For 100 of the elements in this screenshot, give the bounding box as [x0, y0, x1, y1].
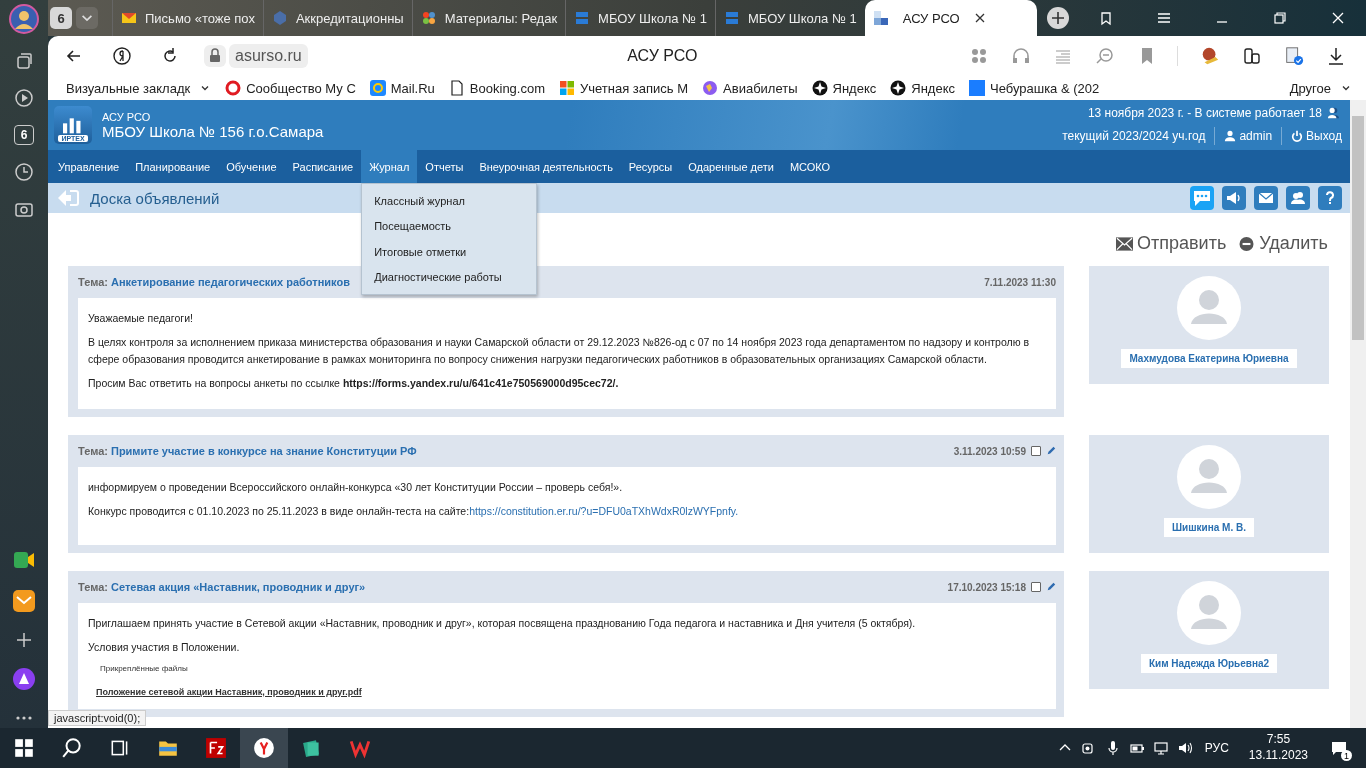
collections-icon[interactable]: [14, 51, 34, 71]
new-tab-icon[interactable]: [1046, 7, 1069, 29]
school-icon: [723, 10, 740, 26]
document-check-icon[interactable]: [1284, 46, 1304, 66]
bookmark-item[interactable]: Booking.com: [448, 80, 545, 96]
attachments-label: Прикреплённые файлы: [100, 663, 189, 673]
flower-icon: [420, 10, 437, 26]
bookmark-item[interactable]: Яндекс: [811, 80, 877, 96]
emblem-icon: [271, 10, 288, 26]
menu-item[interactable]: Планирование: [127, 150, 219, 183]
users-icon[interactable]: [1286, 186, 1310, 210]
bookmark-item[interactable]: Учетная запись М: [559, 80, 689, 96]
clock-date[interactable]: 13.11.2023: [1248, 748, 1308, 764]
dropdown-item[interactable]: Итоговые отметки: [362, 239, 537, 265]
yandex-icon[interactable]: [112, 46, 132, 66]
message-text: Конкурс проводится с 01.10.2023 по 25.11.2023 в виде онлайн-теста на сайте:https://constitution.er.ru/?u=DFU0aTXhWdxR0lzWYFpnfy.: [88, 505, 739, 518]
square-icon: [969, 80, 985, 96]
checkbox[interactable]: [1031, 582, 1041, 593]
zoom-out-icon[interactable]: [1095, 46, 1115, 66]
attachment-link[interactable]: Положение сетевой акции Наставник, проводник и друг.pdf: [96, 686, 362, 697]
user-link[interactable]: admin: [1224, 128, 1273, 143]
date-online-text: 13 ноября 2023 г. - В системе работает 18: [1087, 105, 1322, 120]
topic-title: Тема: Анкетирование педагогических работников: [78, 276, 350, 288]
extensions-icon[interactable]: [1242, 46, 1262, 66]
close-icon[interactable]: [973, 12, 986, 24]
school-year-text: текущий 2023/2024 уч.год: [1062, 128, 1206, 143]
bookmark-item[interactable]: Mail.Ru: [369, 80, 435, 96]
message-text: В целях контроля за исполнением приказа министерства образования и науки Самарской области от 29.12.2023 №826-од с 07 по 14 ноября 2023 года департаментом по надзору и контролю в сфере образования проводится анкетирование в рамках мониторинга по вопросу снижения нагрузки педагогических работников в образовательных организациях Самарской области.: [88, 336, 1030, 365]
author-name[interactable]: Махмудова Екатерина Юриевна: [1121, 349, 1297, 368]
page-icon: [448, 80, 465, 96]
checkbox[interactable]: [1031, 446, 1041, 457]
message-text: Приглашаем принять участие в Сетевой акции «Наставник, проводник и друг», которая посвящена празднованию Года педагога и наставника и Дня учителя (5 октября).: [88, 617, 916, 630]
message-text: информируем о проведении Всероссийского онлайн-конкурса «30 лет Конституции России – проверь себя!».: [88, 481, 623, 494]
close-icon[interactable]: [1330, 10, 1346, 26]
menu-item[interactable]: Обучение: [218, 150, 285, 183]
notifications-button[interactable]: 1: [1326, 735, 1352, 761]
restore-icon[interactable]: [1272, 10, 1288, 26]
search-icon[interactable]: [61, 737, 83, 759]
menu-item[interactable]: Журнал: [361, 150, 418, 183]
bookmark-item[interactable]: Визуальные закладк: [66, 80, 212, 96]
address-field[interactable]: asurso.ru: [229, 44, 308, 68]
headphones-icon[interactable]: [1011, 46, 1031, 66]
topic-title: Тема: Сетевая акция «Наставник, проводник и друг»: [78, 581, 366, 594]
send-link[interactable]: Отправить: [1116, 233, 1227, 254]
bookmark-item[interactable]: Чебурашка & (202: [969, 80, 1100, 96]
menu-item[interactable]: Внеурочная деятельность: [471, 150, 621, 183]
tab-count-button[interactable]: 6: [50, 7, 72, 29]
help-button[interactable]: [1318, 186, 1342, 210]
clock-time[interactable]: 7:55: [1266, 732, 1291, 748]
history-icon[interactable]: [14, 162, 34, 182]
start-icon[interactable]: [13, 737, 35, 759]
chevron-down-icon[interactable]: [76, 7, 98, 29]
menu-item[interactable]: Ресурсы: [620, 150, 681, 183]
add-icon[interactable]: [14, 630, 34, 650]
extension-icon[interactable]: [1200, 46, 1220, 66]
language-indicator[interactable]: РУС: [1204, 741, 1229, 755]
bookmark-item[interactable]: Яндекс: [890, 80, 955, 96]
menu-item[interactable]: Одаренные дети: [680, 150, 782, 183]
download-icon[interactable]: [1326, 46, 1346, 66]
browser-tab[interactable]: АСУ РСО: [864, 0, 1037, 36]
mail-app-icon[interactable]: [12, 589, 36, 613]
network-icon[interactable]: [1152, 740, 1169, 756]
tab-count-badge[interactable]: 6: [14, 125, 34, 145]
web-link[interactable]: https://constitution.er.ru/?u=DFU0aTXhWdxR0lzWYFpnfy.: [469, 505, 739, 518]
avatar-icon[interactable]: [9, 4, 39, 34]
power-icon: [1291, 129, 1304, 142]
tabs-icon[interactable]: [1098, 10, 1114, 26]
school-icon: [574, 10, 591, 26]
avatar-icon: [1177, 445, 1241, 510]
pencil-icon[interactable]: [1046, 446, 1056, 457]
scrollbar[interactable]: [1350, 100, 1366, 728]
speaker-icon[interactable]: [1176, 740, 1193, 756]
bookmark-item[interactable]: Сообщество Му С: [225, 80, 356, 96]
bookmark-item[interactable]: Авиабилеты: [702, 80, 798, 96]
dropdown-item[interactable]: Диагностические работы: [362, 264, 537, 290]
menu-item[interactable]: Отчеты: [417, 150, 472, 183]
megaphone-icon[interactable]: [1222, 186, 1246, 210]
menu-item[interactable]: Управление: [50, 150, 128, 183]
menu-item[interactable]: Расписание: [284, 150, 362, 183]
menu-item[interactable]: МСОКО: [781, 150, 839, 183]
apps-icon[interactable]: [969, 46, 989, 66]
play-icon[interactable]: [14, 88, 34, 108]
assistant-icon[interactable]: [12, 667, 36, 691]
chat-icon[interactable]: [1190, 186, 1214, 210]
author-name[interactable]: Шишкина М. В.: [1164, 518, 1254, 538]
message-text: Просим Вас ответить на вопросы анкеты по ссылке https://forms.yandex.ru/u/641c41e750569000d95cec72/.: [88, 376, 619, 389]
other-bookmarks[interactable]: Другое: [1289, 80, 1352, 96]
delete-link[interactable]: Удалить: [1238, 233, 1328, 254]
ftp-client-icon[interactable]: [205, 737, 227, 759]
page-heading: Доска объявлений: [90, 189, 220, 207]
dropdown-item[interactable]: Посещаемость: [362, 213, 537, 239]
author-name[interactable]: Ким Надежда Юрьевна2: [1140, 654, 1278, 674]
envelope-icon[interactable]: [1254, 186, 1278, 210]
pencil-icon[interactable]: [1046, 582, 1056, 593]
lock-icon[interactable]: [204, 45, 226, 67]
dropdown-item[interactable]: Классный журнал: [362, 188, 537, 214]
squares-icon: [872, 10, 889, 26]
logout-link[interactable]: Выход: [1291, 128, 1342, 143]
yandex-browser-icon[interactable]: [253, 737, 275, 759]
menu-icon[interactable]: [1156, 10, 1172, 26]
